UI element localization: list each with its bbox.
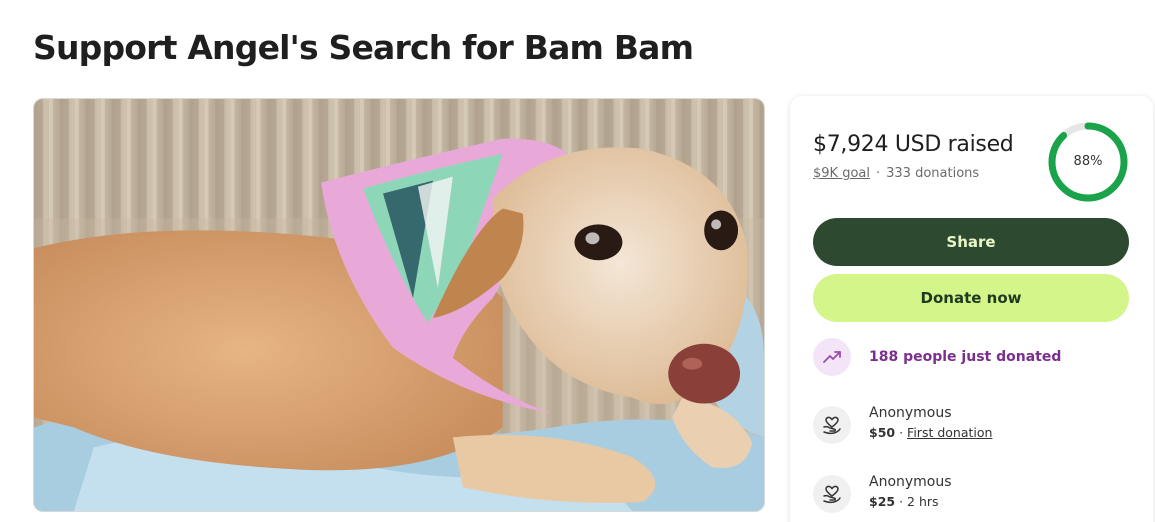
meta-separator: ·: [875, 166, 881, 181]
donor-amount: $25: [869, 494, 896, 509]
trend-text: 188 people just donated: [869, 349, 1062, 365]
donor-separator: ·: [899, 425, 904, 440]
donor-name: Anonymous: [869, 474, 952, 490]
donate-now-button[interactable]: Donate now: [813, 274, 1129, 322]
goal-meta: $9K goal · 333 donations: [813, 166, 979, 181]
dog-photo-image: [34, 99, 764, 511]
donor-detail: $25 · 2 hrs: [869, 494, 952, 509]
progress-percent: 88%: [1073, 154, 1103, 169]
donor-detail: $50 · First donation: [869, 425, 992, 440]
donation-card: $7,924 USD raised $9K goal · 333 donations…: [790, 96, 1153, 522]
heart-hand-icon: [813, 475, 851, 513]
share-button[interactable]: Share: [813, 218, 1129, 266]
donor-item: Anonymous $50 · First donation: [813, 404, 992, 444]
donor-name: Anonymous: [869, 405, 952, 421]
heart-hand-icon: [813, 406, 851, 444]
progress-ring: 88%: [1047, 121, 1129, 203]
donor-amount: $50: [869, 425, 896, 440]
page-title: Support Angel's Search for Bam Bam: [33, 28, 694, 67]
goal-link[interactable]: $9K goal: [813, 166, 870, 181]
donor-separator: ·: [899, 494, 904, 509]
first-donation-link[interactable]: First donation: [907, 425, 992, 440]
campaign-photo[interactable]: [33, 98, 765, 512]
recent-donations-trend: 188 people just donated: [813, 338, 1061, 376]
trending-up-icon: [813, 338, 851, 376]
donor-time: 2 hrs: [907, 494, 939, 509]
donor-item: Anonymous $25 · 2 hrs: [813, 473, 952, 513]
donation-count: 333 donations: [886, 166, 980, 181]
amount-raised: $7,924 USD raised: [813, 132, 1014, 157]
